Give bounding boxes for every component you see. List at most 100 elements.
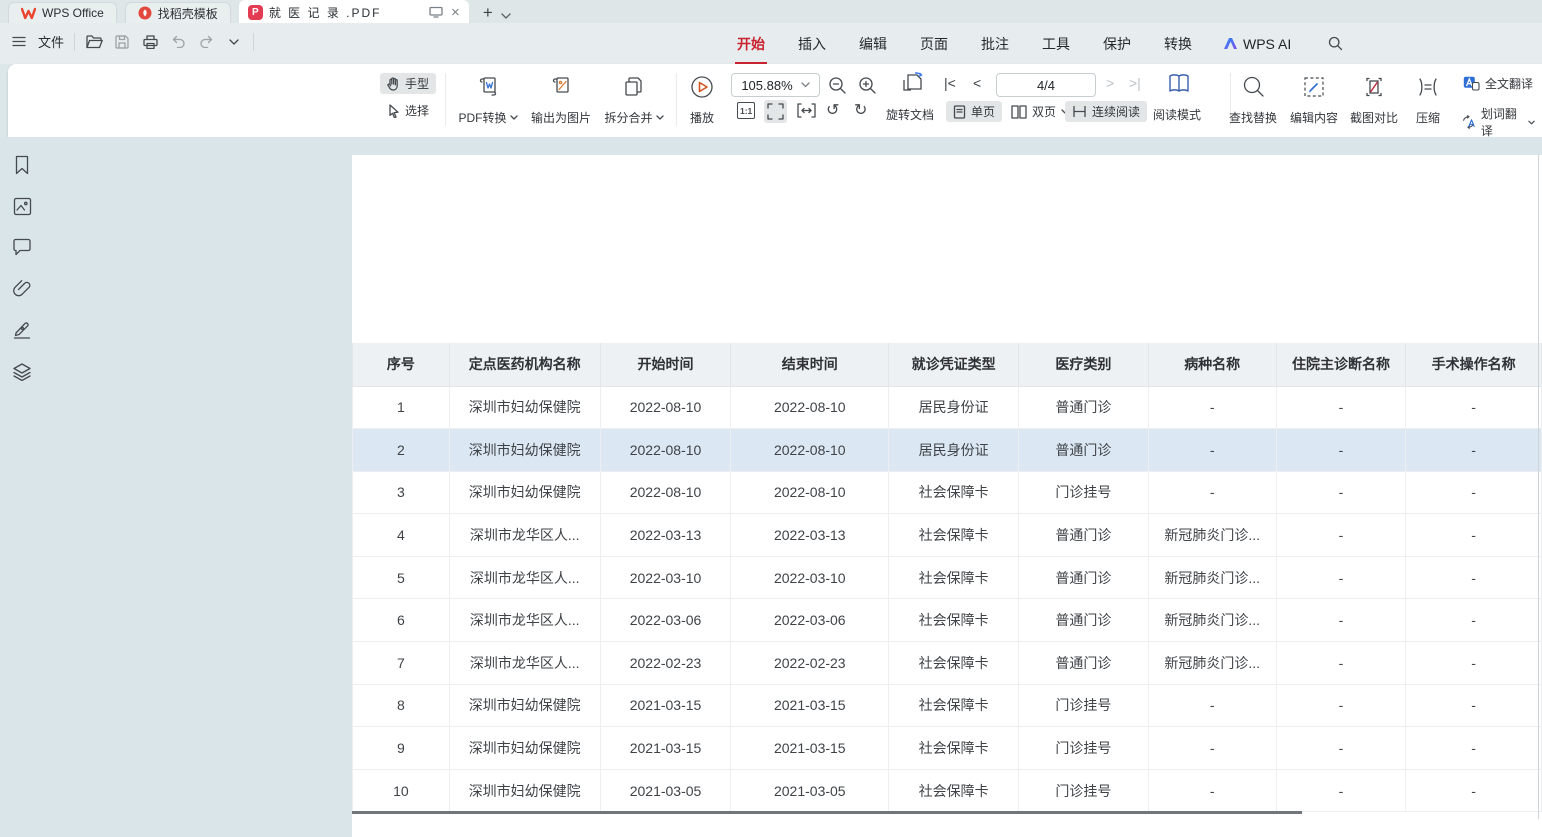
open-file-icon[interactable]: [85, 33, 103, 51]
menu-tab-insert[interactable]: 插入: [796, 30, 828, 58]
window-tab-bar: WPS Office 找稻壳模板 P 就 医 记 录 .PDF × +: [0, 0, 1542, 23]
table-cell: -: [1406, 386, 1542, 429]
continuous-read-label: 连续阅读: [1092, 103, 1140, 120]
zoom-level-select[interactable]: 105.88%: [731, 73, 820, 97]
wps-ai-button[interactable]: WPS AI: [1223, 36, 1291, 52]
hamburger-menu-icon[interactable]: [10, 33, 28, 51]
full-translate-button[interactable]: 全文翻译: [1456, 73, 1540, 94]
last-page-button[interactable]: >|: [1129, 75, 1141, 91]
table-cell: 新冠肺炎门诊...: [1148, 556, 1276, 599]
column-header: 结束时间: [731, 343, 889, 386]
comment-icon[interactable]: [12, 238, 32, 256]
table-cell: 2022-02-23: [600, 642, 731, 685]
history-chevron-icon[interactable]: [225, 33, 243, 51]
rotate-left-icon[interactable]: ↺: [826, 100, 839, 120]
present-monitor-icon[interactable]: [429, 6, 443, 18]
table-cell: -: [1406, 684, 1542, 727]
table-cell: -: [1406, 727, 1542, 770]
first-page-button[interactable]: |<: [944, 75, 956, 91]
tab-docer-templates[interactable]: 找稻壳模板: [125, 2, 231, 23]
rotate-pages-icon[interactable]: [898, 72, 926, 98]
rotate-right-icon[interactable]: ↻: [854, 100, 867, 120]
table-horizontal-scrollbar[interactable]: [352, 811, 1302, 814]
layers-icon[interactable]: [12, 362, 32, 381]
zoom-out-icon[interactable]: [828, 76, 847, 95]
vertical-scrollbar[interactable]: [1538, 155, 1539, 819]
table-cell: 深圳市妇幼保健院: [449, 429, 600, 472]
rotate-doc-label[interactable]: 旋转文档: [886, 106, 934, 123]
table-cell: 3: [353, 471, 450, 514]
fit-width-button[interactable]: [794, 100, 819, 121]
table-row: 4深圳市龙华区人...2022-03-132022-03-13社会保障卡普通门诊…: [353, 514, 1542, 557]
table-cell: 深圳市龙华区人...: [449, 514, 600, 557]
pdf-convert-button[interactable]: PDF转换: [451, 72, 525, 130]
bookmark-icon[interactable]: [13, 155, 31, 175]
close-tab-icon[interactable]: ×: [451, 4, 460, 21]
column-header: 手术操作名称: [1406, 343, 1542, 386]
next-page-button[interactable]: >: [1106, 75, 1114, 91]
undo-icon[interactable]: [169, 33, 187, 51]
table-cell: 1: [353, 386, 450, 429]
hand-tool-label: 手型: [405, 75, 429, 92]
file-menu[interactable]: 文件: [38, 32, 64, 51]
table-cell: 2022-03-10: [731, 556, 889, 599]
column-header: 住院主诊断名称: [1276, 343, 1406, 386]
continuous-read-button[interactable]: 连续阅读: [1065, 101, 1147, 122]
save-icon[interactable]: [113, 33, 131, 51]
table-cell: 2021-03-15: [731, 684, 889, 727]
play-label: 播放: [690, 109, 714, 126]
find-replace-button[interactable]: 查找替换: [1220, 72, 1286, 130]
pdf-doc-icon: P: [248, 5, 263, 20]
signature-icon[interactable]: [12, 320, 32, 340]
tab-wps-office[interactable]: WPS Office: [8, 2, 117, 23]
hand-tool-button[interactable]: 手型: [380, 73, 436, 94]
new-tab-button[interactable]: +: [483, 3, 493, 23]
menu-tab-home[interactable]: 开始: [735, 30, 767, 58]
column-header: 开始时间: [600, 343, 731, 386]
screenshot-compare-button[interactable]: 截图对比: [1344, 72, 1404, 130]
thumbnail-icon[interactable]: [13, 197, 32, 216]
actual-size-button[interactable]: 1:1: [737, 102, 755, 119]
table-row: 1深圳市妇幼保健院2022-08-102022-08-10居民身份证普通门诊--…: [353, 386, 1542, 429]
fit-page-button[interactable]: [764, 100, 787, 123]
compress-button[interactable]: 压缩: [1404, 72, 1452, 130]
menu-tab-page[interactable]: 页面: [918, 30, 950, 58]
zoom-in-icon[interactable]: [858, 76, 877, 95]
print-icon[interactable]: [141, 33, 159, 51]
menu-tab-tools[interactable]: 工具: [1040, 30, 1072, 58]
tab-list-chevron-icon[interactable]: [501, 13, 511, 19]
table-cell: 普通门诊: [1018, 642, 1148, 685]
read-mode-book-icon[interactable]: [1166, 72, 1192, 96]
split-merge-button[interactable]: 拆分合并: [597, 72, 671, 130]
menu-tab-edit[interactable]: 编辑: [857, 30, 889, 58]
single-page-button[interactable]: 单页: [946, 101, 1002, 122]
export-image-button[interactable]: 输出为图片: [524, 72, 598, 130]
tab-document[interactable]: P 就 医 记 录 .PDF ×: [239, 0, 469, 23]
table-cell: 社会保障卡: [889, 599, 1019, 642]
table-cell: 普通门诊: [1018, 514, 1148, 557]
attachment-icon[interactable]: [12, 278, 32, 298]
play-button[interactable]: 播放: [665, 72, 739, 130]
menu-tab-convert[interactable]: 转换: [1162, 30, 1194, 58]
table-cell: 门诊挂号: [1018, 727, 1148, 770]
table-cell: 社会保障卡: [889, 727, 1019, 770]
redo-icon[interactable]: [197, 33, 215, 51]
menu-search-icon[interactable]: [1326, 35, 1344, 53]
compress-label: 压缩: [1416, 109, 1440, 126]
single-page-label: 单页: [971, 103, 995, 120]
read-mode-label[interactable]: 阅读模式: [1153, 106, 1201, 123]
word-translate-button[interactable]: 划词翻译: [1454, 103, 1542, 141]
table-cell: -: [1148, 429, 1276, 472]
select-tool-button[interactable]: 选择: [380, 100, 436, 121]
menu-tab-protect[interactable]: 保护: [1101, 30, 1133, 58]
find-replace-label: 查找替换: [1229, 109, 1277, 126]
menu-tab-comment[interactable]: 批注: [979, 30, 1011, 58]
table-cell: 深圳市妇幼保健院: [449, 769, 600, 812]
page-number-input[interactable]: 4/4: [996, 73, 1096, 97]
table-cell: -: [1406, 642, 1542, 685]
table-cell: 8: [353, 684, 450, 727]
table-cell: 2022-02-23: [731, 642, 889, 685]
document-area: 序号定点医药机构名称开始时间结束时间就诊凭证类型医疗类别病种名称住院主诊断名称手…: [0, 137, 1542, 837]
prev-page-button[interactable]: <: [973, 75, 981, 91]
edit-content-button[interactable]: 编辑内容: [1284, 72, 1344, 130]
